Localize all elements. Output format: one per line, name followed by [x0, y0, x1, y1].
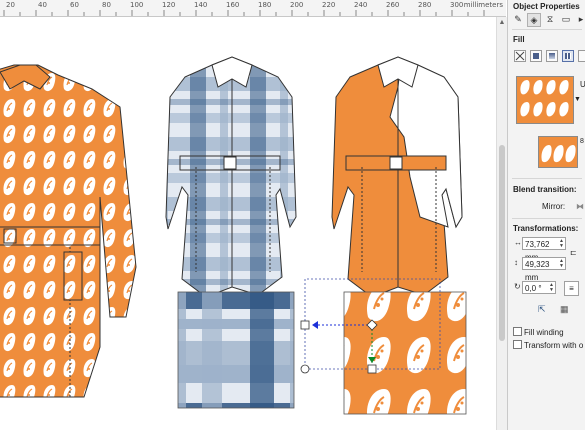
ruler-label: 220 [322, 1, 336, 9]
pattern-preview-image [520, 80, 569, 117]
rotate-options-button[interactable]: ≡ [564, 281, 579, 296]
pattern-fill-button[interactable] [562, 50, 574, 62]
mirror-icon[interactable]: ⧓ [576, 202, 584, 211]
ruler-label: 200 [290, 1, 304, 9]
fill-winding-checkbox[interactable]: Fill winding [513, 327, 564, 337]
height-value: 49,323 mm [525, 260, 550, 282]
ruler-label: 280 [418, 1, 432, 9]
scroll-up-icon[interactable]: ▲ [498, 19, 506, 27]
uniform-fill-button[interactable] [530, 50, 542, 62]
handle-square-left [300, 320, 310, 330]
layout-icon[interactable]: ▭ [560, 13, 572, 25]
ruler-label: 60 [70, 1, 79, 9]
pattern-count: 8 [580, 138, 584, 145]
panel-divider [512, 218, 582, 219]
ruler-label: 40 [38, 1, 47, 9]
ruler-label: 80 [102, 1, 111, 9]
panel-divider [512, 29, 582, 30]
ruler-label: 140 [194, 1, 208, 9]
outline-pen-icon[interactable]: ✎ [512, 13, 524, 25]
panel-divider [512, 178, 582, 179]
panel-title: Object Properties [513, 2, 580, 11]
plaid-swatch [177, 291, 295, 409]
lock-ratio-icon[interactable]: ⊏ [570, 248, 577, 257]
pattern-preview[interactable] [516, 76, 574, 124]
transparency-icon[interactable]: ⧖ [544, 13, 556, 25]
spinner-icon[interactable]: ▲ ▼ [559, 239, 564, 249]
ruler-label: 20 [6, 1, 15, 9]
no-fill-button[interactable] [514, 50, 526, 62]
height-field[interactable]: 49,323 mm ▲ ▼ [522, 257, 566, 282]
spinner-icon[interactable]: ▲ ▼ [559, 259, 564, 269]
transform-with-object-icon[interactable]: ⇱ [538, 304, 546, 315]
more-tabs-icon[interactable]: ▸ [575, 13, 585, 25]
leaf-swatch [343, 291, 467, 415]
vertical-scrollbar[interactable]: ▲ [496, 17, 507, 430]
ruler-unit: millimeters [463, 1, 503, 9]
ruler-label: 120 [162, 1, 176, 9]
fill-type-letter: U [580, 80, 585, 89]
scrollbar-thumb[interactable] [499, 145, 505, 341]
fill-section-title: Fill [513, 35, 525, 44]
fill-winding-label: Fill winding [524, 328, 564, 337]
fountain-fill-icon [549, 53, 555, 59]
angle-value: 0,0 ° [525, 284, 542, 293]
spinner-icon[interactable]: ▲ ▼ [549, 283, 554, 293]
reset-transform-icon[interactable]: ▦ [560, 304, 569, 315]
chevron-down-icon[interactable]: ▼ [574, 96, 581, 103]
rotation-icon: ↻ [514, 282, 521, 291]
pattern-thumbnail-image [541, 145, 576, 163]
ruler-label: 160 [226, 1, 240, 9]
blend-transition-title: Blend transition: [513, 185, 577, 194]
transform-with-label: Transform with o [524, 341, 584, 350]
mirror-label: Mirror: [542, 202, 566, 211]
object-properties-panel: Object Properties ✎ ◈ ⧖ ▭ ▸ Fill ▼ U [507, 0, 585, 430]
no-fill-icon [515, 51, 525, 61]
ruler-label: 180 [258, 1, 272, 9]
uniform-fill-icon [533, 53, 539, 59]
texture-fill-button[interactable] [578, 50, 585, 62]
artwork [0, 56, 467, 415]
checkbox-box[interactable] [513, 340, 522, 349]
transformations-title: Transformations: [513, 224, 579, 233]
fountain-fill-button[interactable] [546, 50, 558, 62]
width-icon: ↔ [514, 238, 522, 247]
ruler-label: 300 [450, 1, 464, 9]
coat-orange-white [331, 56, 463, 298]
angle-field[interactable]: 0,0 ° ▲ ▼ [522, 281, 556, 294]
ruler-label: 260 [386, 1, 400, 9]
drawing-canvas[interactable] [0, 17, 496, 430]
coat-plaid [165, 56, 297, 298]
ruler-label: 240 [354, 1, 368, 9]
checkbox-box[interactable] [513, 327, 522, 336]
pattern-thumbnail[interactable] [538, 136, 578, 168]
handle-square-bottom [367, 364, 377, 374]
horizontal-ruler: 20 40 60 80 100 120 140 160 180 200 220 … [0, 0, 506, 17]
coat-left [0, 64, 137, 398]
handle-circle [300, 364, 310, 374]
transform-with-object-checkbox[interactable]: Transform with o [513, 340, 583, 350]
width-field[interactable]: 73,762 mm ▲▼ [522, 237, 566, 262]
fill-bucket-icon[interactable]: ◈ [527, 13, 541, 27]
height-icon: ↕ [514, 258, 518, 267]
ruler-label: 100 [130, 1, 144, 9]
pattern-fill-icon [565, 53, 571, 59]
